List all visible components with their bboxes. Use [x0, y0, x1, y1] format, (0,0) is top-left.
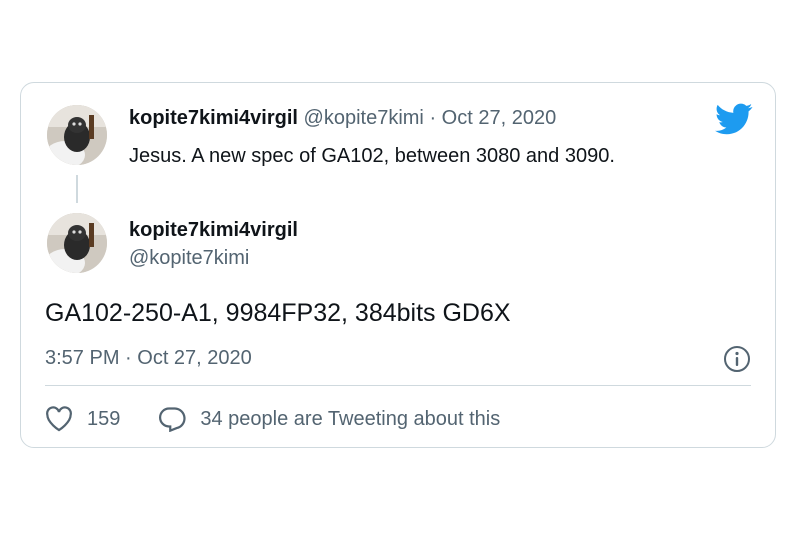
tweet-actions: 159 34 people are Tweeting about this [45, 403, 500, 435]
avatar[interactable] [47, 105, 107, 165]
main-handle[interactable]: @kopite7kimi [129, 245, 249, 271]
avatar[interactable] [47, 213, 107, 273]
reply-handle[interactable]: @kopite7kimi [304, 107, 424, 129]
reply-tweet-header: kopite7kimi4virgil @kopite7kimi · Oct 27… [129, 105, 556, 131]
tweet-timestamp[interactable]: 3:57 PM · Oct 27, 2020 [45, 345, 252, 371]
reply-label: 34 people are Tweeting about this [200, 407, 501, 430]
speech-bubble-icon [159, 407, 186, 432]
reply-date[interactable]: Oct 27, 2020 [442, 107, 557, 129]
avatar-image [47, 105, 107, 165]
like-button[interactable]: 159 [45, 406, 120, 432]
thread-connector-line [76, 175, 78, 203]
reply-display-name[interactable]: kopite7kimi4virgil [129, 107, 298, 129]
info-icon[interactable] [723, 345, 751, 373]
main-tweet-text: GA102-250-A1, 9984FP32, 384bits GD6X [45, 299, 511, 327]
embedded-tweet-card[interactable]: kopite7kimi4virgil @kopite7kimi · Oct 27… [20, 82, 776, 448]
avatar-image [47, 213, 107, 273]
reply-separator: · [429, 107, 437, 129]
twitter-bird-icon[interactable] [715, 103, 753, 135]
heart-icon [46, 406, 72, 432]
divider [45, 385, 751, 386]
like-count: 159 [87, 407, 121, 430]
main-display-name[interactable]: kopite7kimi4virgil [129, 217, 298, 243]
reply-tweet-text: Jesus. A new spec of GA102, between 3080… [129, 145, 615, 167]
reply-button[interactable]: 34 people are Tweeting about this [158, 406, 500, 432]
